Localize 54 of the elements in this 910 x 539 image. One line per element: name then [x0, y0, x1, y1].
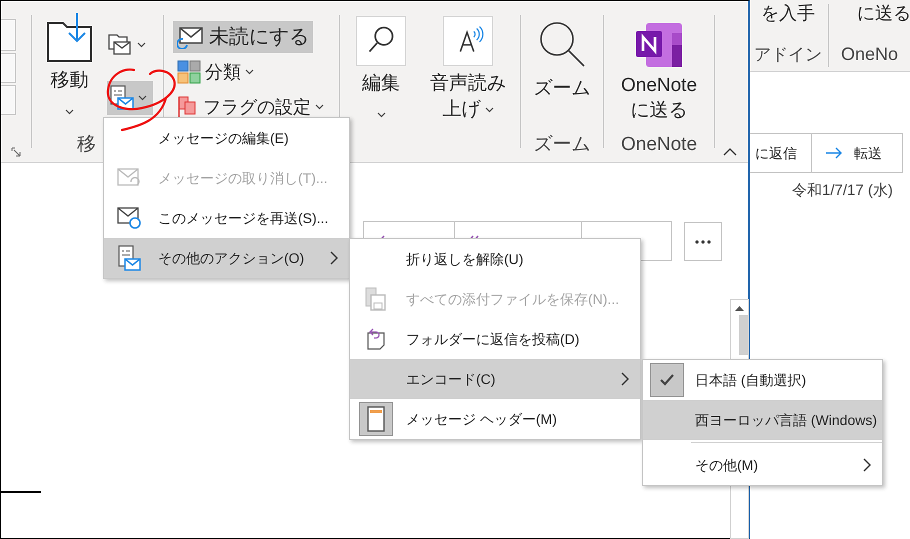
- menu-item[interactable]: エンコード(C): [350, 359, 640, 399]
- right-arrow-icon: [826, 147, 842, 159]
- chevron-down-icon: [138, 95, 147, 101]
- menu-item[interactable]: その他(M): [643, 445, 882, 485]
- chevron-down-icon: [484, 106, 494, 112]
- save-attachments-icon: [365, 287, 387, 311]
- group-label: ズーム: [534, 133, 590, 157]
- message-actions-icon: [109, 85, 135, 111]
- actions-button[interactable]: [107, 81, 153, 115]
- ribbon-button-label: を入手: [761, 4, 815, 22]
- move-button[interactable]: 移動: [32, 1, 107, 131]
- collapse-ribbon-icon[interactable]: [723, 147, 737, 156]
- more-icon: [695, 240, 711, 244]
- magnifier-icon: [537, 19, 587, 69]
- check-icon: [659, 373, 675, 387]
- folder-envelope-icon: [107, 33, 133, 57]
- envelope-resend-icon: [117, 207, 141, 229]
- read-aloud-button[interactable]: 音声読み 上げ: [422, 1, 514, 162]
- chevron-down-icon: [315, 104, 324, 110]
- category-squares-icon: [177, 60, 201, 84]
- group-label: OneNo: [841, 44, 898, 64]
- chevron-down-icon: [137, 42, 146, 48]
- search-icon: [356, 16, 406, 66]
- menu-item[interactable]: 折り返しを解除(U): [350, 239, 640, 279]
- message-actions-icon: [117, 245, 141, 271]
- page-reply-icon: [365, 327, 387, 351]
- ribbon-button[interactable]: 分類: [173, 56, 258, 88]
- zoom-button[interactable]: ズーム: [534, 1, 590, 131]
- group-label: OneNote: [620, 133, 698, 157]
- menu-item[interactable]: 西ヨーロッパ言語 (Windows): [643, 400, 882, 440]
- chevron-down-icon: [65, 108, 74, 115]
- group-label: 移: [77, 134, 96, 155]
- forward-button[interactable]: 転送: [812, 133, 903, 173]
- folder-arrow-icon: [44, 13, 94, 65]
- menu-item[interactable]: メッセージ ヘッダー(M): [350, 399, 640, 439]
- chevron-down-icon: [245, 69, 254, 75]
- document-header-icon: [367, 406, 385, 432]
- send-to-onenote-button[interactable]: OneNote に送る: [620, 1, 698, 131]
- menu-item[interactable]: 日本語 (自動選択): [643, 360, 882, 400]
- notebook-icon: [636, 23, 682, 67]
- envelope-icon: [177, 25, 205, 49]
- ribbon-button[interactable]: 未読にする: [173, 21, 313, 53]
- menu-item[interactable]: その他のアクション(O): [104, 238, 349, 278]
- speaker-letter-icon: [443, 16, 493, 66]
- dialog-launcher-icon[interactable]: [11, 147, 21, 157]
- menu-item[interactable]: このメッセージを再送(S)...: [104, 198, 349, 238]
- date-text: 令和1/7/17 (水): [792, 182, 893, 199]
- menu-item[interactable]: フォルダーに返信を投稿(D): [350, 319, 640, 359]
- chevron-down-icon: [376, 112, 386, 118]
- scroll-thumb[interactable]: [739, 315, 748, 355]
- ribbon-button-label: に送る: [857, 4, 910, 22]
- envelope-undo-icon: [117, 168, 141, 188]
- scroll-up-icon[interactable]: [735, 305, 744, 311]
- group-label: アドイン: [754, 45, 822, 64]
